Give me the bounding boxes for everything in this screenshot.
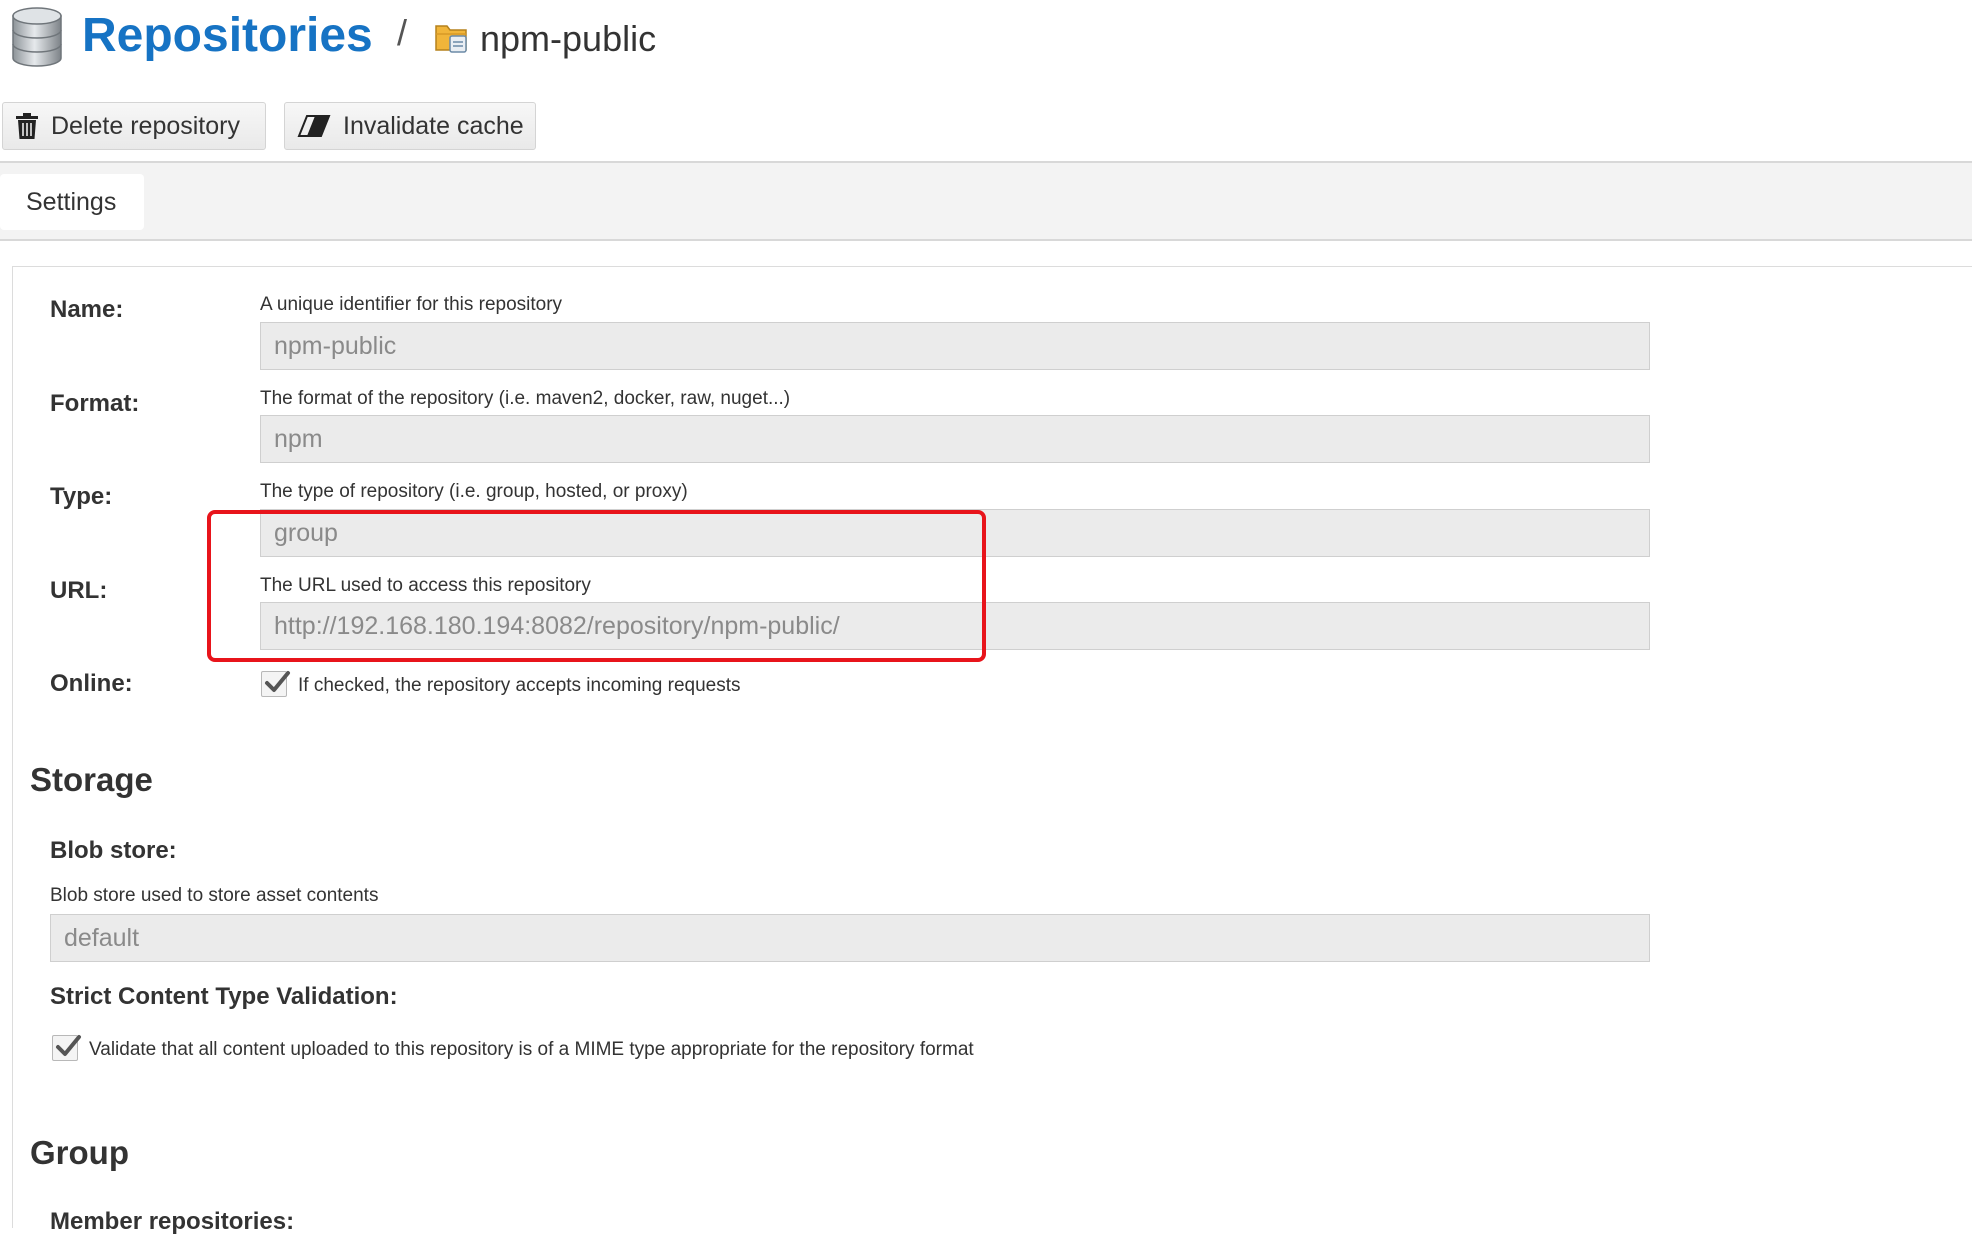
invalidate-cache-button[interactable]: Invalidate cache — [284, 102, 536, 150]
invalidate-cache-label: Invalidate cache — [343, 111, 524, 140]
name-label: Name: — [50, 296, 124, 323]
database-icon — [12, 7, 62, 67]
blob-store-field[interactable] — [50, 914, 1650, 962]
url-label: URL: — [50, 577, 108, 604]
settings-panel — [12, 266, 1972, 1228]
tab-strip: Settings — [0, 163, 1972, 241]
type-label: Type: — [50, 483, 113, 510]
type-help: The type of repository (i.e. group, host… — [260, 481, 688, 502]
checkmark-icon — [265, 671, 290, 692]
breadcrumb-separator: / — [397, 12, 408, 53]
member-repositories-label: Member repositories: — [50, 1208, 295, 1235]
online-label: Online: — [50, 670, 133, 697]
online-checkbox[interactable] — [261, 671, 290, 697]
group-section-title: Group — [30, 1134, 129, 1171]
strict-validation-checkbox[interactable] — [52, 1035, 81, 1061]
breadcrumb-repo-name: npm-public — [480, 18, 657, 59]
blob-store-help: Blob store used to store asset contents — [50, 885, 379, 906]
folder-icon — [435, 25, 467, 53]
blob-store-label: Blob store: — [50, 837, 177, 864]
format-field[interactable] — [260, 415, 1650, 463]
delete-repository-label: Delete repository — [51, 111, 240, 140]
eraser-icon — [297, 115, 331, 137]
page-header: Repositories / npm-public — [0, 0, 1972, 80]
storage-section-title: Storage — [30, 761, 153, 798]
name-help: A unique identifier for this repository — [260, 294, 563, 315]
strict-validation-help: Validate that all content uploaded to th… — [89, 1039, 974, 1060]
url-help: The URL used to access this repository — [260, 575, 591, 596]
type-field[interactable] — [260, 509, 1650, 557]
url-field[interactable] — [260, 602, 1650, 650]
delete-repository-button[interactable]: Delete repository — [2, 102, 266, 150]
format-label: Format: — [50, 390, 140, 417]
trash-icon — [16, 113, 38, 139]
page-title[interactable]: Repositories — [82, 8, 373, 63]
checkmark-icon — [56, 1035, 81, 1056]
online-help: If checked, the repository accepts incom… — [298, 675, 741, 696]
tab-settings[interactable]: Settings — [0, 174, 144, 230]
strict-validation-label: Strict Content Type Validation: — [50, 983, 398, 1010]
name-field[interactable] — [260, 322, 1650, 370]
format-help: The format of the repository (i.e. maven… — [260, 388, 791, 409]
